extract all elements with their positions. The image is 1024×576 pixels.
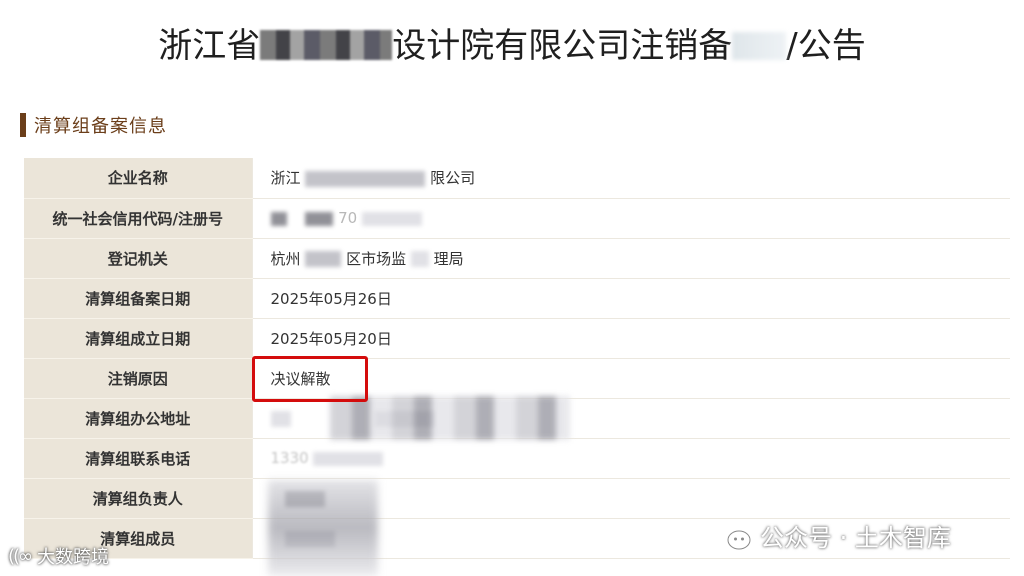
company-name-prefix: 浙江 <box>270 169 301 188</box>
table-row: 注销原因 决议解散 <box>24 358 1010 399</box>
watermark-logo-icon: ((∞ <box>8 545 33 567</box>
wechat-icon <box>712 520 751 549</box>
row-value-credit-code: 70 <box>251 198 1010 239</box>
row-value-established-date: 2025年05月20日 <box>251 318 1010 359</box>
row-value-contact-phone: 1330 <box>251 438 1010 479</box>
section-accent-bar <box>20 113 26 137</box>
redacted-credit-code-b <box>305 211 334 226</box>
row-label-credit-code: 统一社会信用代码/注册号 <box>24 198 252 239</box>
table-row: 清算组成立日期 2025年05月20日 <box>24 318 1010 359</box>
redacted-authority <box>305 251 342 267</box>
title-end: /公告 <box>786 26 866 66</box>
section-header: 清算组备案信息 <box>20 112 167 138</box>
table-row: 统一社会信用代码/注册号 70 <box>24 198 1010 239</box>
redacted-address-a <box>270 410 291 427</box>
redacted-authority-b <box>410 251 429 267</box>
row-label-established-date: 清算组成立日期 <box>24 318 252 359</box>
watermark-right-text: 公众号 · 土木智库 <box>760 524 951 552</box>
row-label-registration-authority: 登记机关 <box>24 238 252 279</box>
table-row: 清算组备案日期 2025年05月26日 <box>24 278 1010 319</box>
table-row: 登记机关 杭州 区市场监 理局 <box>24 238 1010 279</box>
row-label-office-address: 清算组办公地址 <box>24 398 252 439</box>
authority-middle: 区市场监 <box>346 249 407 268</box>
redacted-phone <box>313 451 384 466</box>
section-title: 清算组备案信息 <box>34 116 167 137</box>
redacted-title-blur <box>732 32 787 60</box>
row-value-filing-date: 2025年05月26日 <box>251 278 1010 319</box>
redacted-credit-code-c <box>361 211 422 226</box>
row-label-contact-phone: 清算组联系电话 <box>24 438 252 479</box>
authority-prefix: 杭州 <box>270 249 301 268</box>
row-value-registration-authority: 杭州 区市场监 理局 <box>251 238 1010 279</box>
table-row: 企业名称 浙江 限公司 <box>24 158 1010 199</box>
highlight-box-cancellation-reason <box>252 356 368 402</box>
credit-code-visible: 70 <box>338 209 358 227</box>
company-name-suffix: 限公司 <box>430 169 476 188</box>
redaction-blur-people <box>268 480 378 576</box>
authority-suffix: 理局 <box>433 249 464 268</box>
row-label-company-name: 企业名称 <box>24 158 252 199</box>
announcement-page: 浙江省 设计院有限公司注销备/公告 清算组备案信息 企业名称 浙江 限公司 统一社… <box>0 0 1024 576</box>
table-row: 清算组负责人 <box>24 478 1010 519</box>
watermark-left-text: 大数跨境 <box>37 547 110 568</box>
row-value-company-name: 浙江 限公司 <box>251 158 1010 199</box>
title-suffix: 设计院有限公司注销备 <box>392 26 733 66</box>
liquidation-info-table: 企业名称 浙江 限公司 统一社会信用代码/注册号 70 登记机关 杭州 区市场监… <box>24 158 1010 559</box>
page-title: 浙江省 设计院有限公司注销备/公告 <box>0 18 1024 67</box>
phone-visible: 1330 <box>270 449 309 467</box>
watermark-right: 公众号 · 土木智库 <box>712 518 951 553</box>
row-label-cancellation-reason: 注销原因 <box>24 358 252 399</box>
table-row: 清算组联系电话 1330 <box>24 438 1010 479</box>
redacted-credit-code-a <box>270 211 287 226</box>
row-label-filing-date: 清算组备案日期 <box>24 278 252 319</box>
row-label-leader: 清算组负责人 <box>24 478 252 519</box>
redaction-blur-address <box>330 396 570 440</box>
watermark-left: ((∞ 大数跨境 <box>8 543 109 569</box>
redacted-title-mosaic <box>260 30 393 60</box>
redacted-company-name <box>305 170 426 187</box>
title-prefix: 浙江省 <box>158 26 261 66</box>
